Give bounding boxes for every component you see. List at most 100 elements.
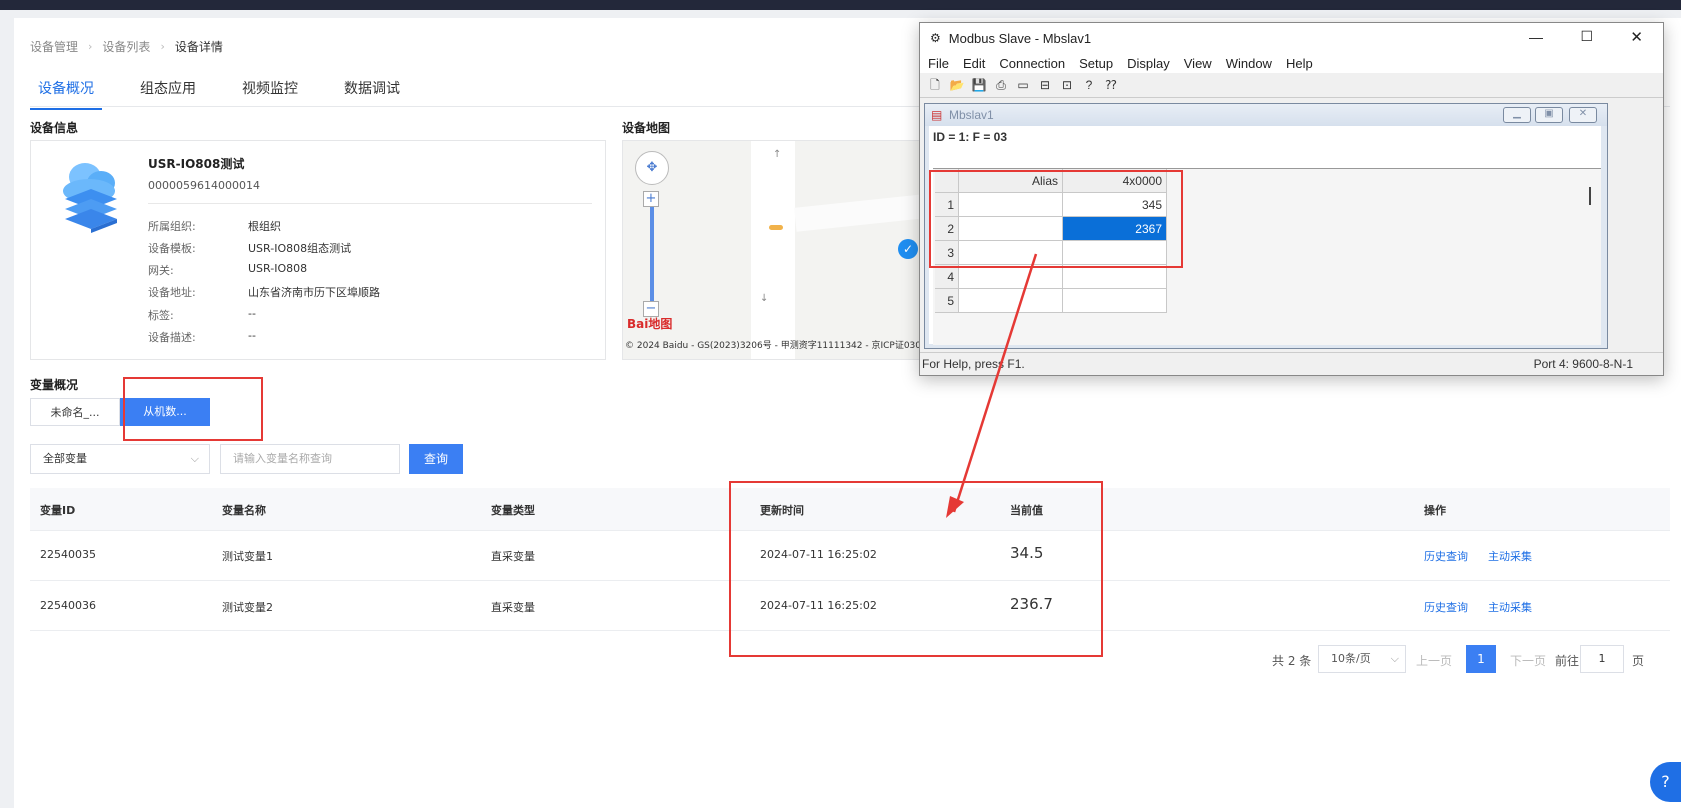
zoom-in-icon[interactable]: +: [643, 191, 659, 207]
device-serial: 0000059614000014: [148, 179, 260, 192]
device-name: USR-IO808测试: [148, 157, 245, 171]
history-query-link[interactable]: 历史查询: [1424, 599, 1468, 615]
menu-help[interactable]: Help: [1286, 56, 1313, 71]
menu-file[interactable]: File: [928, 56, 949, 71]
minimize-icon[interactable]: —: [1529, 29, 1543, 45]
cell-type: 直采变量: [491, 601, 535, 614]
device-cloud-icon: [63, 163, 117, 233]
prev-page-button[interactable]: 上一页: [1416, 652, 1452, 669]
history-query-link[interactable]: 历史查询: [1424, 548, 1468, 564]
info-value: 山东省济南市历下区埠顺路: [248, 286, 380, 299]
info-key: 设备地址:: [148, 286, 196, 299]
menu-display[interactable]: Display: [1127, 56, 1170, 71]
connect-icon[interactable]: ⊟: [1036, 76, 1054, 94]
child-restore-icon[interactable]: ▣: [1535, 107, 1563, 123]
cell-type: 直采变量: [491, 550, 535, 563]
menu-edit[interactable]: Edit: [963, 56, 985, 71]
app-icon: ⚙: [930, 31, 941, 45]
cell-name: 测试变量1: [222, 550, 273, 563]
window-icon[interactable]: ▭: [1014, 76, 1032, 94]
cell-id: 22540036: [40, 599, 96, 612]
info-value: --: [248, 329, 256, 342]
map-pan-control-icon[interactable]: ✥: [635, 151, 669, 185]
menu-setup[interactable]: Setup: [1079, 56, 1113, 71]
chevron-down-icon: ⌵: [1390, 652, 1399, 665]
variable-filter-select[interactable]: 全部变量 ⌵: [30, 444, 210, 474]
grid-value-cell[interactable]: [1063, 265, 1167, 289]
tab-overview[interactable]: 设备概况: [30, 72, 102, 110]
filter-select-value: 全部变量: [43, 452, 87, 465]
info-key: 网关:: [148, 264, 174, 277]
info-row-org: 所属组织: 根组织: [148, 218, 281, 234]
active-collect-link[interactable]: 主动采集: [1488, 548, 1532, 564]
page-number-current[interactable]: 1: [1466, 645, 1496, 673]
breadcrumb-device-mgmt[interactable]: 设备管理: [30, 38, 78, 55]
open-folder-icon[interactable]: 📂: [948, 76, 966, 94]
menu-connection[interactable]: Connection: [999, 56, 1065, 71]
info-value: USR-IO808: [248, 262, 308, 275]
map-copyright: © 2024 Baidu - GS(2023)3206号 - 甲测资字11111…: [625, 341, 922, 351]
tab-data-debug[interactable]: 数据调试: [336, 72, 408, 110]
top-bar: [0, 0, 1681, 10]
map-zoom-slider[interactable]: [650, 199, 654, 311]
menu-window[interactable]: Window: [1226, 56, 1272, 71]
map-arrow-down: ↓: [760, 293, 769, 304]
variables-title: 变量概况: [30, 378, 79, 392]
info-value: --: [248, 307, 256, 320]
context-help-icon[interactable]: ⁇: [1102, 76, 1120, 94]
modbus-menu-bar: File Edit Connection Setup Display View …: [920, 53, 1663, 73]
print-icon[interactable]: ⎙: [992, 76, 1010, 94]
child-minimize-icon[interactable]: ▁: [1503, 107, 1531, 123]
pagination-total: 共 2 条: [1272, 654, 1312, 668]
goto-page-input[interactable]: 1: [1580, 645, 1624, 673]
info-row-gateway: 网关: USR-IO808: [148, 262, 307, 278]
info-value: USR-IO808组态测试: [248, 242, 352, 255]
cell-name: 测试变量2: [222, 601, 273, 614]
device-info-title: 设备信息: [30, 121, 79, 135]
variable-search-input[interactable]: 请输入变量名称查询: [220, 444, 400, 474]
info-key: 所属组织:: [148, 220, 196, 233]
device-location-marker-icon[interactable]: ✓: [898, 239, 918, 259]
modbus-title-bar[interactable]: ⚙ Modbus Slave - Mbslav1 — ☐ ✕: [920, 23, 1663, 53]
doc-icon: ▤: [931, 108, 943, 122]
baidu-logo: Bai地图: [627, 317, 673, 331]
menu-view[interactable]: View: [1184, 56, 1212, 71]
grid-scrollbar[interactable]: [1589, 187, 1591, 205]
annotation-box-segment: [123, 377, 263, 441]
breadcrumb-device-list[interactable]: 设备列表: [102, 38, 150, 55]
map-road: [751, 141, 795, 359]
device-map[interactable]: ↑ ↓ ✥ + − Bai地图 © 2024 Baidu - GS(2023)3…: [622, 140, 922, 360]
map-road: [794, 194, 921, 232]
slave-id-line: ID = 1: F = 03: [933, 130, 1008, 144]
close-icon[interactable]: ✕: [1630, 28, 1643, 46]
disconnect-icon[interactable]: ⊡: [1058, 76, 1076, 94]
cell-id: 22540035: [40, 548, 96, 561]
traffic-light-icon: [769, 225, 783, 230]
map-arrow-up: ↑: [773, 149, 782, 160]
breadcrumb-device-detail: 设备详情: [174, 40, 223, 54]
page-suffix: 页: [1632, 654, 1645, 668]
new-file-icon[interactable]: 🗋: [926, 76, 944, 94]
query-button[interactable]: 查询: [409, 444, 463, 474]
col-variable-type: 变量类型: [491, 504, 535, 517]
next-page-button[interactable]: 下一页: [1510, 652, 1546, 669]
tab-configuration[interactable]: 组态应用: [132, 72, 204, 110]
goto-label: 前往: [1555, 654, 1580, 668]
save-icon[interactable]: 💾: [970, 76, 988, 94]
tab-video[interactable]: 视频监控: [234, 72, 306, 110]
info-row-template: 设备模板: USR-IO808组态测试: [148, 240, 351, 256]
maximize-icon[interactable]: ☐: [1580, 28, 1593, 45]
help-question-icon[interactable]: ?: [1080, 76, 1098, 94]
active-collect-link[interactable]: 主动采集: [1488, 599, 1532, 615]
child-title-bar[interactable]: ▤ Mbslav1 ▁ ▣ ✕: [925, 104, 1607, 126]
chevron-down-icon: ⌵: [190, 452, 199, 465]
info-divider: [148, 203, 592, 204]
child-close-icon[interactable]: ✕: [1569, 107, 1597, 123]
page-size-select[interactable]: 10条/页 ⌵: [1318, 645, 1406, 673]
info-row-desc: 设备描述: --: [148, 329, 256, 345]
segment-unnamed[interactable]: 未命名_...: [30, 398, 120, 426]
modbus-toolbar: 🗋 📂 💾 ⎙ ▭ ⊟ ⊡ ? ⁇: [920, 73, 1663, 98]
grid-value-cell[interactable]: [1063, 289, 1167, 313]
child-window-title: Mbslav1: [949, 108, 994, 122]
info-value: 根组织: [248, 220, 281, 233]
